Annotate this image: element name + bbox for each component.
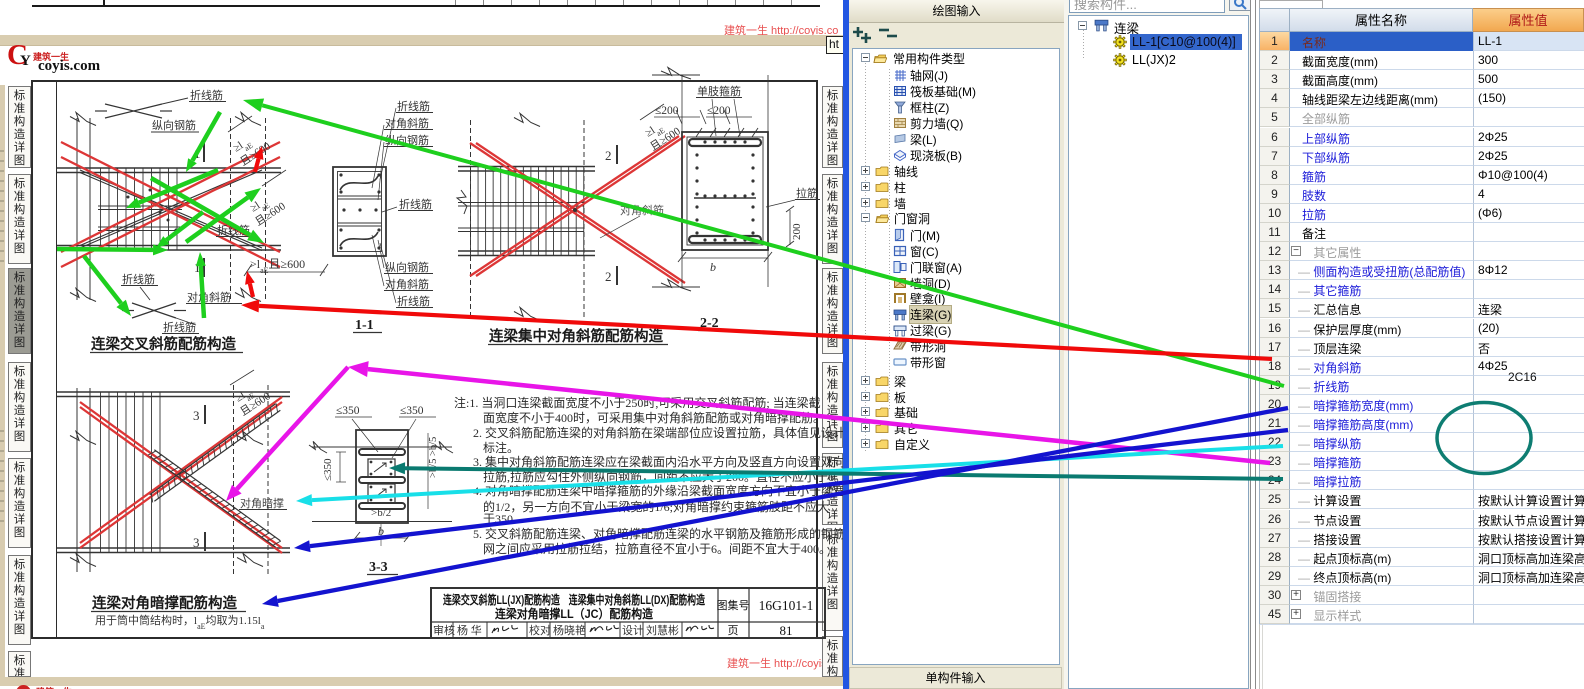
svg-text:5. 交叉斜筋配筋连梁、对角暗撑配筋连梁的水平钢筋及箍筋形成: 5. 交叉斜筋配筋连梁、对角暗撑配筋连梁的水平钢筋及箍筋形成的钢筋 [473, 526, 843, 541]
svg-text:2: 2 [605, 148, 612, 163]
svg-text:折线筋: 折线筋 [397, 99, 430, 113]
svg-text:杨 华: 杨 华 [457, 623, 482, 637]
svg-text:审核: 审核 [433, 623, 455, 637]
svg-text:对角暗撑: 对角暗撑 [240, 496, 284, 510]
svg-text:连梁对角暗撑LL（JC）配筋构造: 连梁对角暗撑LL（JC）配筋构造 [495, 606, 654, 621]
svg-text:1: 1 [194, 146, 201, 161]
svg-text:1: 1 [194, 260, 201, 275]
svg-text:连梁交叉斜筋配筋构造: 连梁交叉斜筋配筋构造 [91, 335, 236, 353]
svg-text:拉筋,拉筋应勾住外侧纵向钢筋，间距不应大于200。直径不应小: 拉筋,拉筋应勾住外侧纵向钢筋，间距不应大于200。直径不应小于6。 [483, 469, 843, 484]
svg-text:网之间应采用拉筋拉结，拉筋直径不宜小于6。间距不宜大于400: 网之间应采用拉筋拉结，拉筋直径不宜小于6。间距不宜大于400。 [483, 541, 831, 556]
svg-text:81: 81 [780, 623, 793, 638]
svg-text:对角斜筋: 对角斜筋 [385, 277, 429, 291]
svg-text:折线筋: 折线筋 [217, 223, 250, 237]
svg-text:单肢箍筋: 单肢箍筋 [697, 84, 741, 98]
svg-text:16G101-1: 16G101-1 [759, 598, 814, 613]
svg-text:标注。: 标注。 [483, 440, 519, 455]
svg-text:折线筋: 折线筋 [163, 320, 196, 334]
svg-text:b: b [710, 260, 716, 274]
svg-text:折线筋: 折线筋 [397, 294, 430, 308]
svg-text:对角斜筋: 对角斜筋 [385, 116, 429, 130]
svg-text:连梁集中对角斜筋配筋构造: 连梁集中对角斜筋配筋构造 [489, 327, 663, 345]
svg-text:≤350: ≤350 [322, 458, 334, 481]
svg-text:3: 3 [193, 408, 200, 423]
svg-text:于350.: 于350. [483, 512, 516, 526]
svg-text:图集号: 图集号 [717, 598, 750, 612]
svg-text:纵向钢筋: 纵向钢筋 [152, 118, 196, 132]
svg-text:2: 2 [605, 269, 612, 284]
svg-text:折线筋: 折线筋 [122, 272, 155, 286]
svg-text:对角斜筋: 对角斜筋 [620, 203, 664, 217]
svg-text:面宽度不小于400时，可采用集中对角斜筋配筋或对角暗撑配筋。: 面宽度不小于400时，可采用集中对角斜筋配筋或对角暗撑配筋。 [483, 410, 825, 425]
svg-text:设计: 设计 [622, 624, 644, 637]
svg-text:连梁交叉斜筋LL(JX)配筋构造 连梁集中对角斜筋LL(DX: 连梁交叉斜筋LL(JX)配筋构造 连梁集中对角斜筋LL(DX)配筋构造 [443, 592, 706, 607]
svg-text:用于筒中筒结构时，laE均取为1.15la: 用于筒中筒结构时，laE均取为1.15la [95, 613, 265, 631]
svg-text:>b/5 >b/5: >b/5 >b/5 [428, 437, 439, 478]
svg-text:连梁对角暗撑配筋构造: 连梁对角暗撑配筋构造 [92, 594, 237, 612]
svg-text:≤350: ≤350 [336, 405, 360, 417]
svg-text:200: 200 [791, 223, 803, 240]
svg-text:3-3: 3-3 [369, 560, 388, 575]
svg-text:折线筋: 折线筋 [399, 197, 432, 211]
svg-text:纵向钢筋: 纵向钢筋 [385, 133, 429, 147]
svg-text:2-2: 2-2 [700, 316, 719, 331]
svg-text:>b/2: >b/2 [371, 507, 391, 519]
svg-text:纵向钢筋: 纵向钢筋 [385, 260, 429, 274]
svg-text:3. 集中对角斜筋配筋连梁应在梁截面内沿水平方向及竖直方向设: 3. 集中对角斜筋配筋连梁应在梁截面内沿水平方向及竖直方向设置双向 [473, 454, 843, 469]
svg-text:≤200: ≤200 [655, 105, 679, 117]
svg-text:杨晓艳: 杨晓艳 [553, 623, 586, 637]
svg-text:3: 3 [193, 535, 200, 550]
svg-text:1-1: 1-1 [355, 318, 374, 333]
svg-text:刘慧彬: 刘慧彬 [646, 623, 679, 637]
svg-text:校对: 校对 [529, 623, 551, 637]
svg-text:的1/2，另一方向不宜小于梁宽的1/6;对角暗撑约束箍筋肢距: 的1/2，另一方向不宜小于梁宽的1/6;对角暗撑约束箍筋肢距不应大 [483, 499, 829, 514]
svg-text:注:1. 当洞口连梁截面宽度不小于250时,可采用交叉斜筋配: 注:1. 当洞口连梁截面宽度不小于250时,可采用交叉斜筋配筋; 当连梁截 [454, 395, 821, 410]
svg-text:≤200: ≤200 [707, 105, 731, 117]
svg-text:4. 对角暗撑配筋连梁中暗撑箍筋的外缘沿梁截面宽度方向不宜小: 4. 对角暗撑配筋连梁中暗撑箍筋的外缘沿梁截面宽度方向不宜小于梁宽 [473, 483, 843, 498]
svg-text:对角斜筋: 对角斜筋 [187, 290, 231, 304]
svg-text:2. 交叉斜筋配筋连梁的对角斜筋在梁端部位应设置拉筋，具体值: 2. 交叉斜筋配筋连梁的对角斜筋在梁端部位应设置拉筋，具体值见设计 [473, 425, 843, 440]
svg-text:拉筋: 拉筋 [796, 186, 818, 200]
svg-text:页: 页 [728, 625, 739, 637]
svg-text:≤350: ≤350 [400, 405, 424, 417]
svg-text:折线筋: 折线筋 [190, 88, 223, 102]
